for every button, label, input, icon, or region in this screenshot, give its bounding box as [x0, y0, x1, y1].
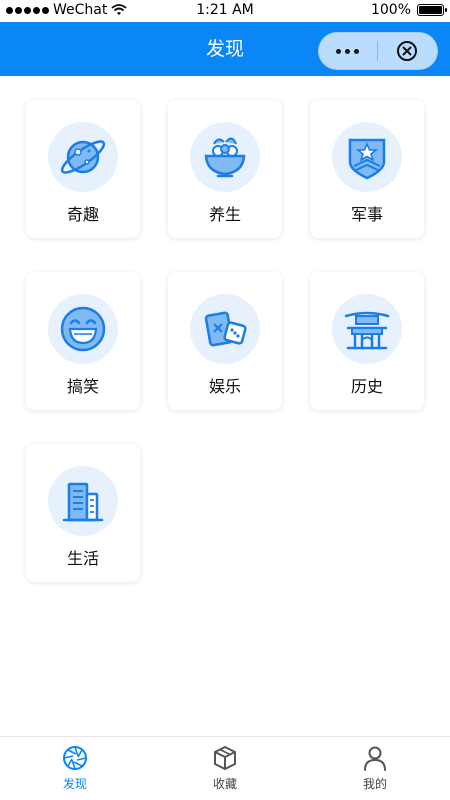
category-label: 军事 — [350, 205, 383, 224]
buildings-icon — [62, 482, 104, 522]
category-icon-wrap — [48, 466, 118, 536]
tab-mine[interactable]: 我的 — [300, 737, 450, 800]
planet-icon — [60, 140, 106, 174]
cards-dice-icon — [204, 311, 247, 347]
battery-icon — [417, 4, 447, 16]
category-card-yangsheng[interactable]: 养生 — [168, 100, 282, 238]
category-card-gaoxiao[interactable]: 搞笑 — [26, 272, 140, 410]
category-icon-wrap — [48, 122, 118, 192]
tab-label: 发现 — [62, 777, 87, 791]
category-label: 生活 — [66, 549, 99, 568]
category-label: 养生 — [208, 205, 241, 224]
status-bar: WeChat 1:21 AM 100% — [0, 0, 450, 22]
battery-status: 100% — [370, 2, 447, 18]
category-card-shenghuo[interactable]: 生活 — [26, 444, 140, 582]
more-button[interactable] — [319, 33, 377, 69]
close-button[interactable] — [378, 33, 438, 69]
mini-program-capsule — [318, 32, 438, 70]
salad-bowl-icon — [204, 137, 246, 178]
category-icon-wrap — [332, 122, 402, 192]
pagoda-gate-icon — [344, 311, 390, 350]
tab-label: 收藏 — [212, 777, 237, 791]
military-badge-icon — [348, 138, 386, 180]
close-circle-icon — [397, 41, 418, 61]
category-card-lishi[interactable]: 历史 — [310, 272, 424, 410]
category-card-yule[interactable]: 娱乐 — [168, 272, 282, 410]
category-icon-wrap — [190, 122, 260, 192]
tab-discover[interactable]: 发现 — [0, 737, 150, 800]
tab-label: 我的 — [362, 777, 387, 791]
battery-percent: 100% — [370, 2, 411, 18]
category-icon-wrap — [332, 294, 402, 364]
laughing-face-icon — [60, 306, 106, 352]
category-label: 娱乐 — [208, 377, 241, 396]
category-label: 搞笑 — [66, 377, 99, 396]
more-dots-icon — [336, 48, 342, 54]
tab-bar: 发现 收藏 我的 — [0, 736, 450, 800]
category-icon-wrap — [190, 294, 260, 364]
user-icon — [364, 746, 386, 771]
box-icon — [214, 746, 236, 770]
aperture-icon — [63, 746, 87, 770]
category-card-qiqu[interactable]: 奇趣 — [26, 100, 140, 238]
navigation-bar: 发现 — [0, 22, 450, 76]
tab-favorites[interactable]: 收藏 — [150, 737, 300, 800]
category-label: 奇趣 — [66, 205, 99, 224]
category-label: 历史 — [350, 377, 383, 396]
category-icon-wrap — [48, 294, 118, 364]
category-card-junshi[interactable]: 军事 — [310, 100, 424, 238]
